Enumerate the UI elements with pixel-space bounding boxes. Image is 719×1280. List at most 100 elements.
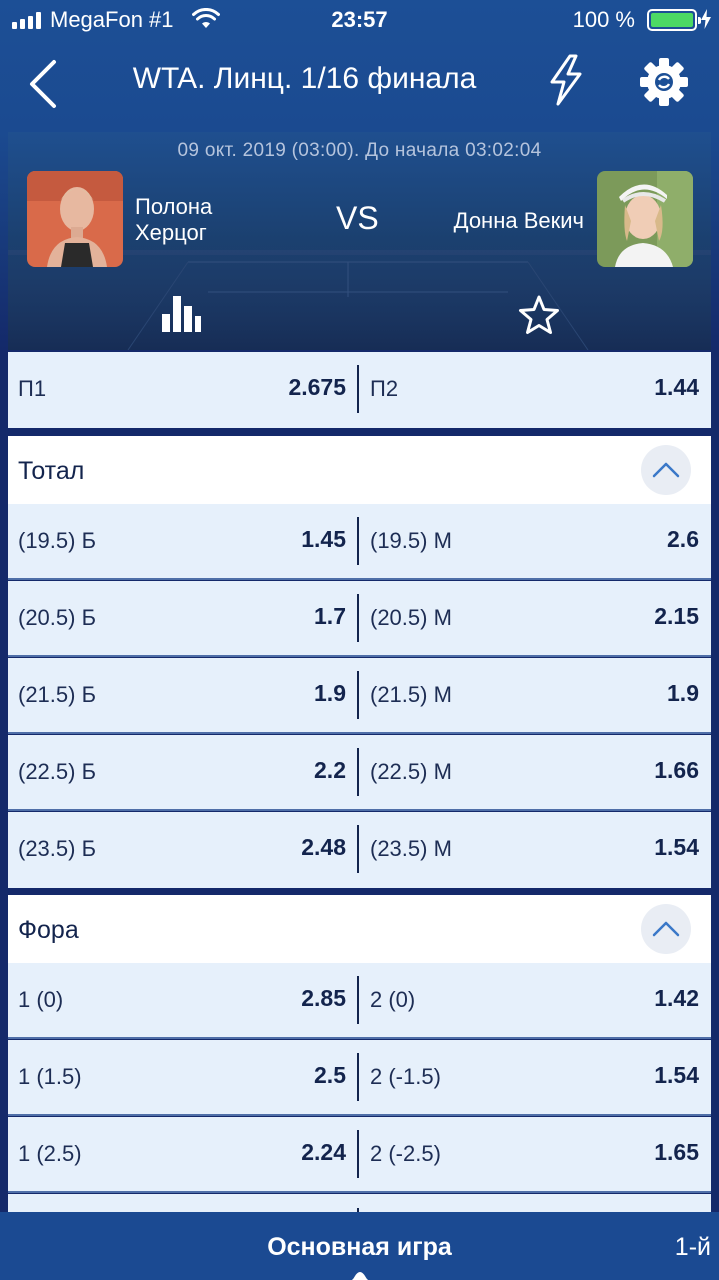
odd-label: 1 (1.5) bbox=[18, 1064, 82, 1089]
odd-handicap-2[interactable]: 2 (-2.5) 1.65 bbox=[360, 1117, 711, 1191]
divider bbox=[357, 517, 359, 565]
odd-over[interactable]: (22.5) Б 2.2 bbox=[8, 735, 358, 809]
charging-icon bbox=[701, 9, 711, 29]
odd-label: (19.5) Б bbox=[18, 528, 97, 553]
odd-label: (22.5) М bbox=[370, 759, 452, 784]
table-row: 1 (1.5) 2.5 2 (-1.5) 1.54 bbox=[8, 1040, 711, 1116]
divider bbox=[357, 594, 359, 642]
tab-indicator-icon bbox=[352, 1272, 368, 1280]
odd-value: 2.2 bbox=[314, 757, 346, 783]
bottom-tab-bar: Основная игра 1-й bbox=[0, 1212, 719, 1280]
odd-label: (21.5) Б bbox=[18, 682, 97, 707]
odd-under[interactable]: (21.5) М 1.9 bbox=[360, 658, 711, 732]
nav-bar: WTA. Линц. 1/16 финала bbox=[0, 44, 719, 120]
section-header-handicap[interactable]: Фора bbox=[8, 895, 711, 963]
table-row-partial bbox=[8, 1194, 711, 1218]
table-row: (23.5) Б 2.48 (23.5) М 1.54 bbox=[8, 812, 711, 888]
odd-label: (21.5) М bbox=[370, 682, 452, 707]
odd-value: 2.24 bbox=[301, 1139, 346, 1165]
odd-under[interactable]: (19.5) М 2.6 bbox=[360, 504, 711, 578]
odd-value: 2.6 bbox=[667, 526, 699, 552]
collapse-button[interactable] bbox=[641, 904, 691, 954]
odd-over[interactable]: (19.5) Б 1.45 bbox=[8, 504, 358, 578]
odd-value: 2.5 bbox=[314, 1062, 346, 1088]
collapse-button[interactable] bbox=[641, 445, 691, 495]
player2-photo bbox=[597, 171, 693, 267]
odd-value: 1.66 bbox=[654, 757, 699, 783]
odd-handicap-1[interactable]: 1 (0) 2.85 bbox=[8, 963, 358, 1037]
odd-label: (22.5) Б bbox=[18, 759, 97, 784]
odd-value: 2.675 bbox=[288, 374, 346, 400]
odd-handicap-1[interactable]: 1 (1.5) 2.5 bbox=[8, 1040, 358, 1114]
odd-under[interactable]: (22.5) М 1.66 bbox=[360, 735, 711, 809]
odd-label: 1 (0) bbox=[18, 987, 64, 1012]
odd-label: 2 (-2.5) bbox=[370, 1141, 441, 1166]
odd-label: (23.5) М bbox=[370, 836, 452, 861]
match-card: 09 окт. 2019 (03:00). До начала 03:02:04… bbox=[8, 132, 711, 350]
odd-value: 2.85 bbox=[301, 985, 346, 1011]
battery-icon bbox=[647, 9, 701, 31]
table-row: (19.5) Б 1.45 (19.5) М 2.6 bbox=[8, 504, 711, 580]
table-row: 1 (0) 2.85 2 (0) 1.42 bbox=[8, 963, 711, 1039]
odd-label: 2 (-1.5) bbox=[370, 1064, 441, 1089]
odd-p2[interactable]: П2 1.44 bbox=[360, 352, 711, 426]
table-row: (20.5) Б 1.7 (20.5) М 2.15 bbox=[8, 581, 711, 657]
odd-label: (20.5) Б bbox=[18, 605, 97, 630]
odd-under[interactable]: (23.5) М 1.54 bbox=[360, 812, 711, 886]
battery-percent: 100 % bbox=[572, 7, 635, 32]
bar-chart-icon[interactable] bbox=[160, 292, 202, 334]
odd-value: 1.65 bbox=[654, 1139, 699, 1165]
divider bbox=[357, 976, 359, 1024]
vs-label: VS bbox=[336, 200, 379, 236]
odd-label: П2 bbox=[370, 376, 399, 401]
odd-p1[interactable]: П1 2.675 bbox=[8, 352, 358, 426]
match-datetime: 09 окт. 2019 (03:00). До начала 03:02:04 bbox=[177, 140, 542, 161]
odd-label: (20.5) М bbox=[370, 605, 452, 630]
odd-value: 1.45 bbox=[301, 526, 346, 552]
divider bbox=[357, 365, 359, 413]
odd-value: 1.7 bbox=[314, 603, 346, 629]
player2-name: Донна Векич bbox=[453, 208, 584, 233]
chevron-up-icon bbox=[652, 462, 680, 478]
table-row: (22.5) Б 2.2 (22.5) М 1.66 bbox=[8, 735, 711, 811]
table-row: (21.5) Б 1.9 (21.5) М 1.9 bbox=[8, 658, 711, 734]
odd-over[interactable]: (21.5) Б 1.9 bbox=[8, 658, 358, 732]
divider bbox=[357, 748, 359, 796]
odd-value: 1.42 bbox=[654, 985, 699, 1011]
odd-label: (19.5) М bbox=[370, 528, 452, 553]
section-header-total[interactable]: Тотал bbox=[8, 436, 711, 504]
player1-photo bbox=[27, 171, 123, 267]
lightning-icon[interactable] bbox=[546, 52, 586, 108]
odd-handicap-2[interactable]: 2 (0) 1.42 bbox=[360, 963, 711, 1037]
odd-handicap-2[interactable]: 2 (-1.5) 1.54 bbox=[360, 1040, 711, 1114]
odd-label: (23.5) Б bbox=[18, 836, 97, 861]
odd-label: 1 (2.5) bbox=[18, 1141, 82, 1166]
section-title: Фора bbox=[18, 916, 79, 944]
odd-value: 1.9 bbox=[667, 680, 699, 706]
section-title: Тотал bbox=[18, 457, 85, 485]
odd-over[interactable]: (23.5) Б 2.48 bbox=[8, 812, 358, 886]
winner-row: П1 2.675 П2 1.44 bbox=[8, 352, 711, 428]
status-bar: MegaFon #1 23:57 100 % bbox=[0, 0, 719, 40]
gear-icon[interactable] bbox=[638, 56, 690, 108]
odd-value: 1.9 bbox=[314, 680, 346, 706]
divider bbox=[357, 1053, 359, 1101]
chevron-up-icon bbox=[652, 921, 680, 937]
player1-name: Полона Херцог bbox=[135, 194, 213, 245]
table-row: 1 (2.5) 2.24 2 (-2.5) 1.65 bbox=[8, 1117, 711, 1193]
odd-under[interactable]: (20.5) М 2.15 bbox=[360, 581, 711, 655]
odd-handicap-1[interactable]: 1 (2.5) 2.24 bbox=[8, 1117, 358, 1191]
odd-label: 2 (0) bbox=[370, 987, 416, 1012]
tab-main-game[interactable]: Основная игра bbox=[0, 1233, 719, 1262]
page-title: WTA. Линц. 1/16 финала bbox=[132, 62, 477, 95]
odd-value: 2.48 bbox=[301, 834, 346, 860]
tab-first-set[interactable]: 1-й bbox=[675, 1233, 711, 1262]
divider bbox=[357, 671, 359, 719]
odd-over[interactable]: (20.5) Б 1.7 bbox=[8, 581, 358, 655]
odd-value: 1.54 bbox=[654, 1062, 699, 1088]
odd-value: 2.15 bbox=[654, 603, 699, 629]
star-icon[interactable] bbox=[518, 294, 560, 336]
divider bbox=[357, 825, 359, 873]
odd-value: 1.44 bbox=[654, 374, 699, 400]
odd-label: П1 bbox=[18, 376, 47, 401]
